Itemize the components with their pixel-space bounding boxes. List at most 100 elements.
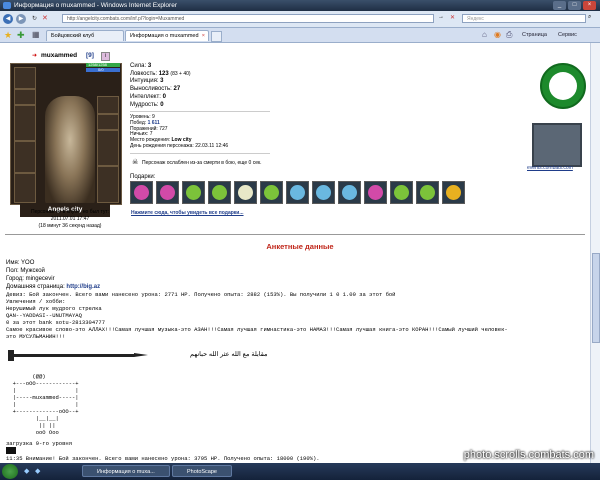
gift-item[interactable] <box>416 181 439 204</box>
mana-value: 0/0 <box>98 67 104 72</box>
stats-block: Сила: 3 Ловкость: 123 (83 + 40) Интуиция… <box>130 63 191 109</box>
quicklaunch-icon[interactable]: ◆ <box>35 467 40 475</box>
go-icon[interactable]: → <box>438 14 444 20</box>
watermark-text: photo.scrolls.combats.com <box>463 449 594 461</box>
arrow-icon: ➜ <box>32 53 38 59</box>
hobby-line: QAN--YADDASI--UNUTMAYAQ <box>6 312 82 319</box>
scrollbar[interactable] <box>590 43 600 463</box>
sword-text: مقابلة مع الله عثر الله حبانهم <box>190 351 268 358</box>
gift-item[interactable] <box>234 181 257 204</box>
slot-helmet[interactable] <box>14 67 36 89</box>
character-nick[interactable]: muxammed <box>41 52 77 59</box>
sword-tip <box>134 353 148 357</box>
gift-item[interactable] <box>130 181 153 204</box>
add-favorite-icon[interactable]: ✚ <box>17 30 25 41</box>
forward-icon[interactable]: ▶ <box>16 14 26 24</box>
tools-menu[interactable]: Сервис <box>558 30 577 41</box>
sword-blade <box>14 354 134 357</box>
hobby-line: Самое красивое слово-это АЛЛАХ!!!Самая л… <box>6 326 508 333</box>
stat-row: Мудрость: 0 <box>130 101 164 108</box>
minimize-icon[interactable]: _ <box>553 1 566 10</box>
url-input[interactable]: http://angelcity.combats.com/inf.pl?logi… <box>62 14 434 23</box>
angels-club-logo[interactable] <box>540 63 586 109</box>
quicklaunch-icon[interactable]: ◆ <box>24 467 29 475</box>
character-figure <box>45 96 95 206</box>
stat-row: Выносливость: 27 <box>130 86 181 93</box>
stop-icon[interactable]: ✕ <box>42 14 48 22</box>
favorites-star-icon[interactable]: ★ <box>4 30 12 41</box>
taskbar-task-photoscape[interactable]: PhotoScape <box>172 465 232 477</box>
search-input[interactable]: Яндекс <box>462 14 586 23</box>
profile-block: Имя: YOO Пол: Мужской Город: mingecevir … <box>6 259 100 291</box>
homepage-link[interactable]: http://big.az <box>66 284 100 290</box>
hobby-label: Увлечения / хобби: <box>6 298 66 305</box>
slot-boots[interactable] <box>97 166 119 203</box>
gifts-link[interactable]: Нажмите сюда, чтобы увидеть все подарки.… <box>131 210 244 216</box>
motto-row: Девиз: Бой закончен. Всего вами нанесено… <box>6 291 396 298</box>
tab-character-info[interactable]: Информация о muxammed × <box>125 30 209 41</box>
search-icon[interactable]: ⌕ <box>588 14 591 21</box>
tab-fight-club[interactable]: Бойцовский клуб <box>46 30 124 41</box>
gift-item[interactable] <box>156 181 179 204</box>
events-link[interactable]: events.combats.com <box>527 165 573 171</box>
tab-grid-icon[interactable]: ▦ <box>32 30 40 39</box>
address-bar: ◀ ▶ ↻ ✕ http://angelcity.combats.com/inf… <box>0 11 600 28</box>
character-level: [9] <box>86 52 94 59</box>
loading-block <box>6 447 16 454</box>
ie-icon <box>3 2 11 9</box>
footer-line2: 11:35 Внимание! Бой закончен. Всего вами… <box>6 455 320 462</box>
gift-item[interactable] <box>442 181 465 204</box>
gift-item[interactable] <box>312 181 335 204</box>
slot-earrings[interactable] <box>97 96 119 114</box>
location-info: Персонаж не в клубе, но был тут: 2011.07… <box>30 209 110 229</box>
tab-close-icon[interactable]: × <box>202 31 205 42</box>
close-page-icon[interactable]: ✕ <box>450 14 455 21</box>
gift-item[interactable] <box>390 181 413 204</box>
profile-sex-row: Пол: Мужской <box>6 268 45 274</box>
new-tab-button[interactable] <box>211 31 222 42</box>
motto-block: Девиз: Бой закончен. Всего вами нанесено… <box>6 291 594 340</box>
gift-icon <box>316 185 331 200</box>
record-row: День рождения персонажа: 22.03.11 12:46 <box>130 142 229 149</box>
slot-ring[interactable] <box>97 114 119 130</box>
page-menu[interactable]: Страница <box>522 30 547 41</box>
gift-icon <box>134 185 149 200</box>
gift-item[interactable] <box>364 181 387 204</box>
gift-item[interactable] <box>208 181 231 204</box>
tab-bar: ★ ✚ ▦ Бойцовский клуб Информация о muxam… <box>0 28 600 43</box>
stat-row: Интуиция: 3 <box>130 78 164 85</box>
start-button[interactable] <box>2 464 18 479</box>
gift-icon <box>238 185 253 200</box>
gift-icon <box>342 185 357 200</box>
slot-shield[interactable] <box>97 130 119 166</box>
scrollbar-thumb[interactable] <box>592 253 600 343</box>
gift-icon <box>290 185 305 200</box>
back-icon[interactable]: ◀ <box>3 14 13 24</box>
ascii-art: (@@) +---oOO------------+ | | |-----muxa… <box>12 373 79 436</box>
slot-weapon[interactable] <box>14 105 36 141</box>
maximize-icon[interactable]: □ <box>568 1 581 10</box>
divider <box>130 111 270 112</box>
home-icon[interactable]: ⌂ <box>482 30 487 39</box>
events-logo[interactable] <box>532 123 582 167</box>
footer-line1: загрузка 9-го уровня <box>6 440 73 447</box>
hobby-line: Нерушимый лук мудрого стрелка <box>6 305 102 312</box>
gift-item[interactable] <box>260 181 283 204</box>
skull-icon: ☠ <box>132 159 139 166</box>
slot-necklace[interactable] <box>14 89 36 105</box>
gift-icon <box>160 185 175 200</box>
gift-item[interactable] <box>182 181 205 204</box>
print-icon[interactable]: ⎙ <box>506 30 512 40</box>
taskbar: ◆ ◆ Информация о muxa... PhotoScape <box>0 463 600 480</box>
gift-item[interactable] <box>286 181 309 204</box>
gift-item[interactable] <box>338 181 361 204</box>
slot-belt[interactable] <box>14 173 36 203</box>
taskbar-task-ie[interactable]: Информация о muxa... <box>82 465 170 477</box>
refresh-icon[interactable]: ↻ <box>32 15 37 22</box>
gifts-row <box>130 181 500 204</box>
slot-armor[interactable] <box>14 141 36 173</box>
gift-icon <box>264 185 279 200</box>
info-icon[interactable]: i <box>101 52 110 61</box>
close-icon[interactable]: × <box>583 1 596 10</box>
feeds-icon[interactable]: ◉ <box>494 30 501 39</box>
